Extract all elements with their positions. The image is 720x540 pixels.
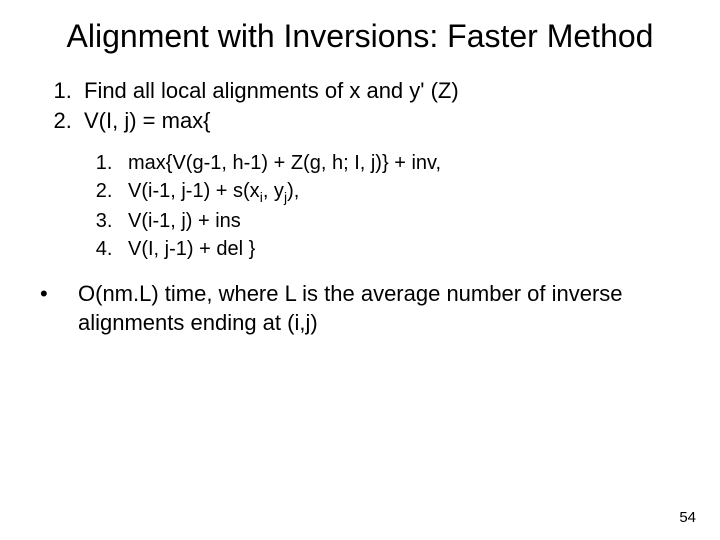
outer-item-1: Find all local alignments of x and y' (Z… xyxy=(78,77,680,106)
inner-list: max{V(g-1, h-1) + Z(g, h; I, j)} + inv, … xyxy=(40,150,680,262)
slide: Alignment with Inversions: Faster Method… xyxy=(0,0,720,540)
outer-item-2: V(I, j) = max{ xyxy=(78,107,680,136)
inner-item-1-text: max{V(g-1, h-1) + Z(g, h; I, j)} + inv, xyxy=(128,152,441,174)
page-number: 54 xyxy=(679,509,696,526)
inner-item-3: V(i-1, j) + ins xyxy=(118,208,680,234)
bullet-text: O(nm.L) time, where L is the average num… xyxy=(78,280,680,337)
inner-item-2-c: ), xyxy=(287,180,299,202)
inner-item-2: V(i-1, j-1) + s(xi, yj), xyxy=(118,178,680,206)
slide-body: Find all local alignments of x and y' (Z… xyxy=(0,55,720,338)
bullet-row: • O(nm.L) time, where L is the average n… xyxy=(40,280,680,337)
inner-item-2-a: V(i-1, j-1) + s(x xyxy=(128,180,260,202)
inner-item-4: V(I, j-1) + del } xyxy=(118,236,680,262)
bullet-marker: • xyxy=(40,280,78,337)
slide-title: Alignment with Inversions: Faster Method xyxy=(0,0,720,55)
outer-list: Find all local alignments of x and y' (Z… xyxy=(40,77,680,136)
inner-item-2-b: , y xyxy=(263,180,284,202)
inner-item-1: max{V(g-1, h-1) + Z(g, h; I, j)} + inv, xyxy=(118,150,680,176)
